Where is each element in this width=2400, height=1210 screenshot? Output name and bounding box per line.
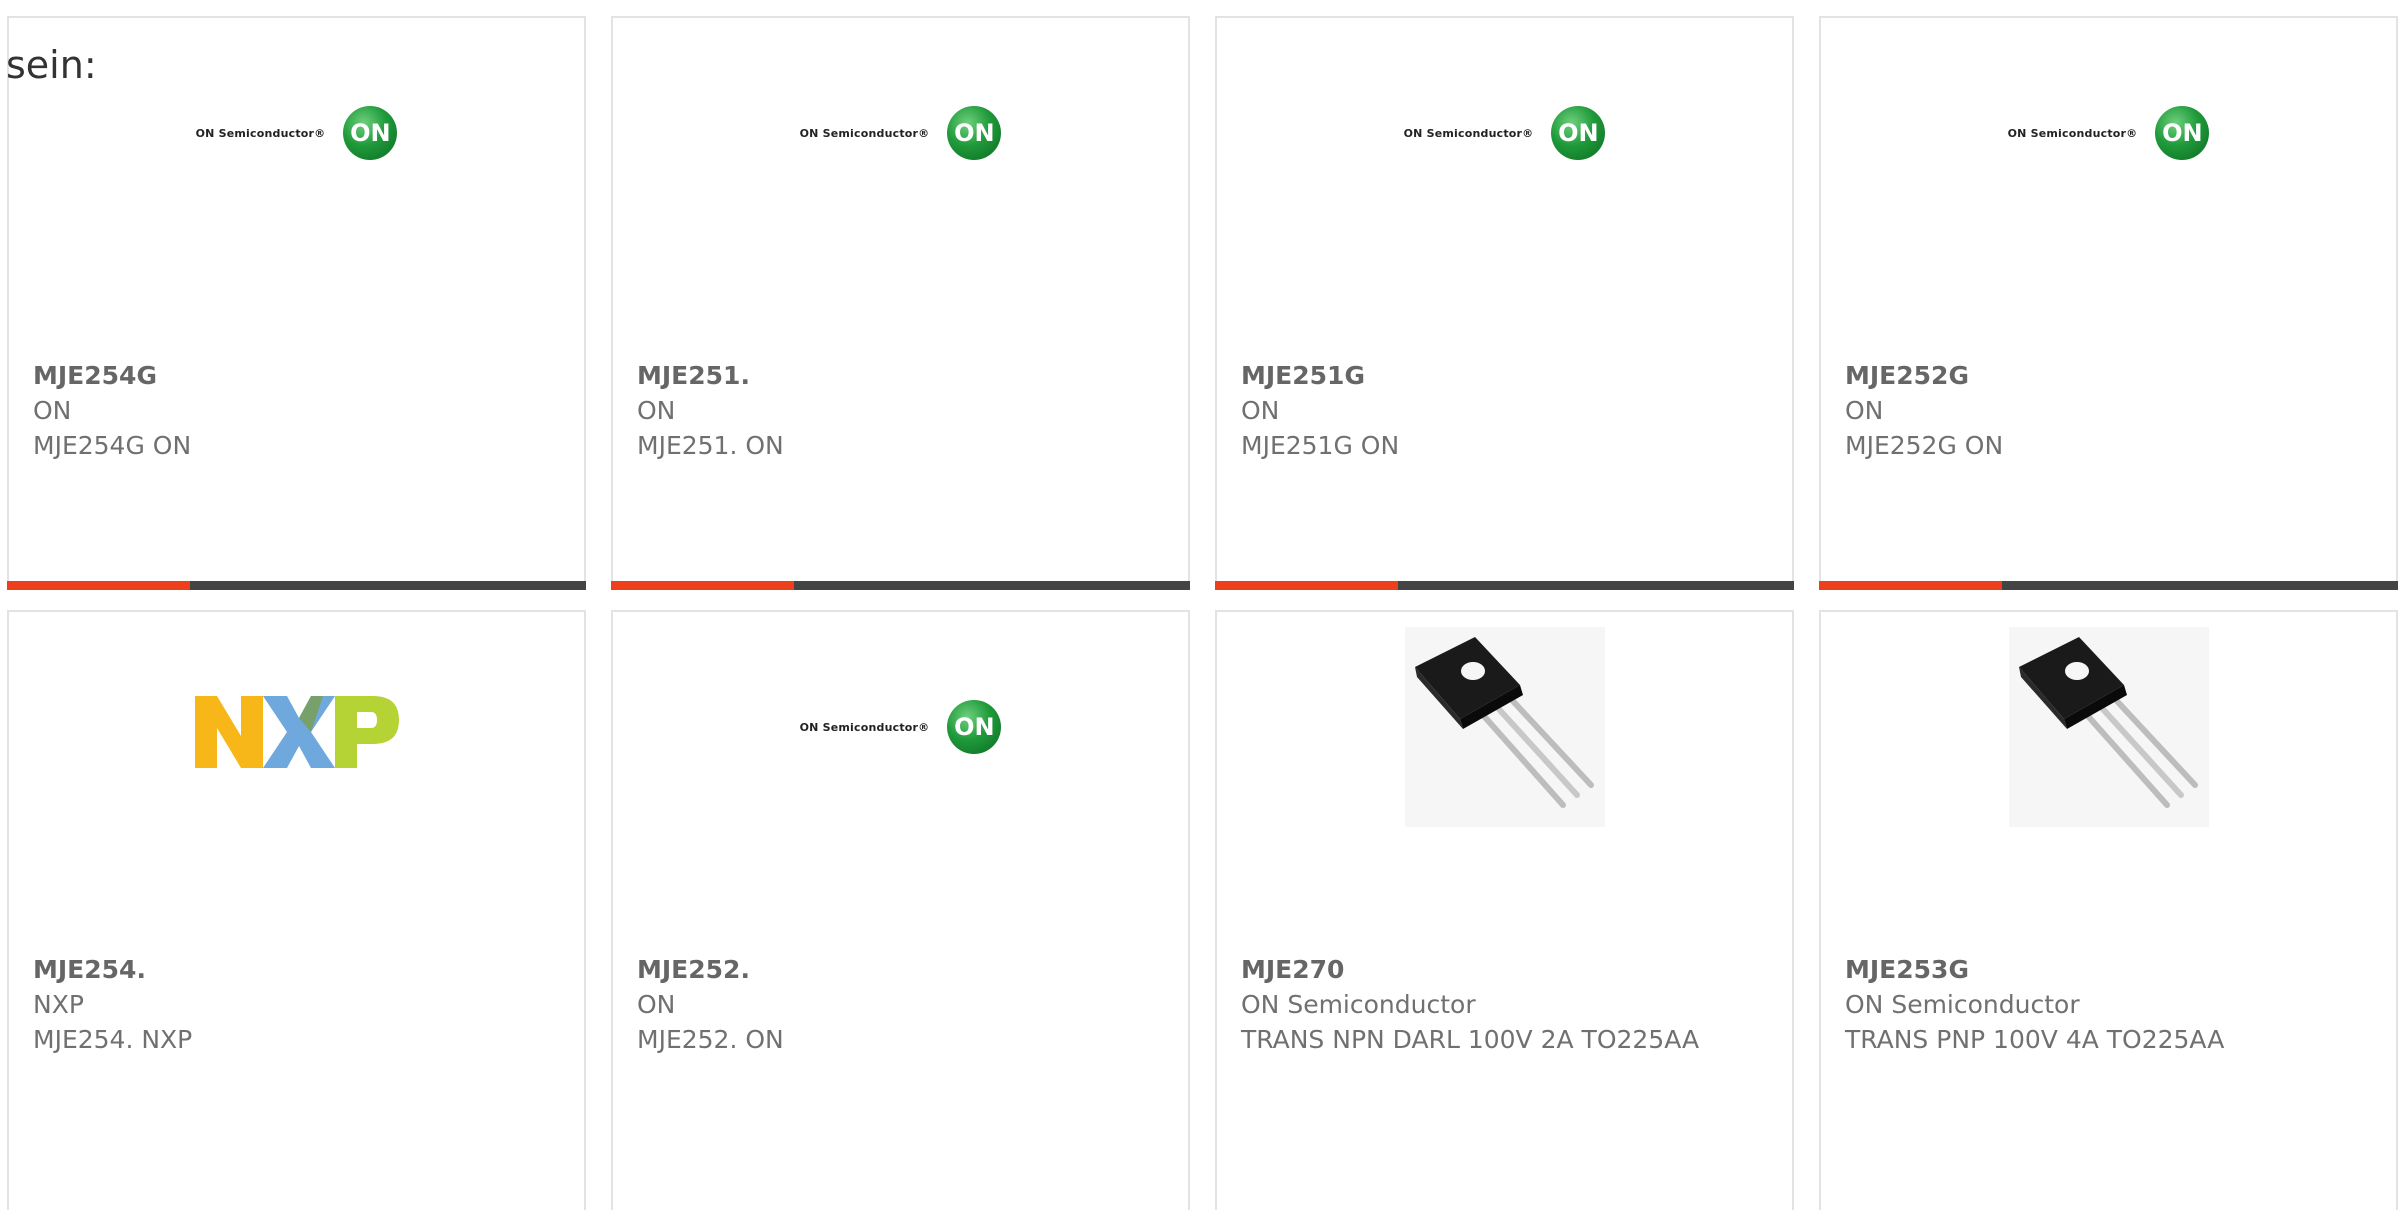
product-image: ON Semiconductor® ON (9, 68, 584, 338)
on-semiconductor-logo: ON Semiconductor® ON (800, 106, 1002, 160)
on-semiconductor-logo: ON Semiconductor® ON (196, 106, 398, 160)
on-logo-wordmark: ON Semiconductor® (799, 126, 930, 140)
on-semiconductor-logo: ON Semiconductor® ON (1404, 106, 1606, 160)
product-title[interactable]: MJE253G (1845, 952, 2372, 987)
product-image: ON Semiconductor® ON (1217, 68, 1792, 338)
product-description: MJE251. ON (637, 431, 784, 460)
product-card[interactable]: ON Semiconductor® ON MJE254G ON MJE254G … (7, 16, 586, 590)
page-text-fragment: sein: (6, 43, 97, 87)
product-title[interactable]: MJE254G (33, 358, 560, 393)
product-card[interactable]: ON Semiconductor® ON MJE251G ON MJE251G … (1215, 16, 1794, 590)
on-logo-mark: ON (947, 700, 1002, 754)
product-manufacturer: NXP (33, 990, 84, 1019)
product-image (1217, 627, 1792, 932)
product-card[interactable]: MJE270 ON Semiconductor TRANS NPN DARL 1… (1215, 610, 1794, 1210)
product-manufacturer: ON Semiconductor (1241, 990, 1476, 1019)
transistor-photo (1404, 627, 1605, 827)
product-manufacturer: ON (1241, 396, 1280, 425)
product-card[interactable]: ON Semiconductor® ON MJE252. ON MJE252. … (611, 610, 1190, 1210)
product-manufacturer: ON Semiconductor (1845, 990, 2080, 1019)
on-semiconductor-logo: ON Semiconductor® ON (800, 700, 1002, 754)
product-manufacturer: ON (637, 396, 676, 425)
product-title[interactable]: MJE270 (1241, 952, 1768, 987)
product-manufacturer: ON (1845, 396, 1884, 425)
on-logo-mark: ON (2155, 106, 2210, 160)
product-description: MJE254G ON (33, 431, 192, 460)
transistor-photo (2008, 627, 2209, 827)
on-logo-mark: ON (343, 106, 398, 160)
product-title[interactable]: MJE254. (33, 952, 560, 987)
product-description: MJE254. NXP (33, 1025, 193, 1054)
product-manufacturer: ON (637, 990, 676, 1019)
on-logo-wordmark: ON Semiconductor® (799, 720, 930, 734)
product-title[interactable]: MJE251G (1241, 358, 1768, 393)
product-card[interactable]: ON Semiconductor® ON MJE251. ON MJE251. … (611, 16, 1190, 590)
product-image: ON Semiconductor® ON (613, 68, 1188, 338)
product-image (1821, 627, 2396, 932)
product-image: ON Semiconductor® ON (613, 662, 1188, 932)
product-card[interactable]: ON Semiconductor® ON MJE252G ON MJE252G … (1819, 16, 2398, 590)
card-bottom-bar (611, 581, 1190, 590)
card-bottom-bar (1215, 581, 1794, 590)
product-title[interactable]: MJE252. (637, 952, 1164, 987)
on-semiconductor-logo: ON Semiconductor® ON (2008, 106, 2210, 160)
on-logo-wordmark: ON Semiconductor® (195, 126, 326, 140)
product-description: MJE252. ON (637, 1025, 784, 1054)
on-logo-mark: ON (947, 106, 1002, 160)
product-image: ON Semiconductor® ON (1821, 68, 2396, 338)
on-logo-mark: ON (1551, 106, 1606, 160)
nxp-logo (194, 696, 399, 768)
product-card[interactable]: MJE254. NXP MJE254. NXP (7, 610, 586, 1210)
product-title[interactable]: MJE251. (637, 358, 1164, 393)
product-title[interactable]: MJE252G (1845, 358, 2372, 393)
product-image (9, 662, 584, 932)
product-description: MJE252G ON (1845, 431, 2004, 460)
product-description: MJE251G ON (1241, 431, 1400, 460)
on-logo-wordmark: ON Semiconductor® (1403, 126, 1534, 140)
product-description: TRANS NPN DARL 100V 2A TO225AA (1241, 1025, 1700, 1054)
on-logo-wordmark: ON Semiconductor® (2007, 126, 2138, 140)
product-description: TRANS PNP 100V 4A TO225AA (1845, 1025, 2225, 1054)
card-bottom-bar (1819, 581, 2398, 590)
product-grid: ON Semiconductor® ON MJE254G ON MJE254G … (7, 16, 2398, 1210)
product-manufacturer: ON (33, 396, 72, 425)
product-card[interactable]: MJE253G ON Semiconductor TRANS PNP 100V … (1819, 610, 2398, 1210)
card-bottom-bar (7, 581, 586, 590)
